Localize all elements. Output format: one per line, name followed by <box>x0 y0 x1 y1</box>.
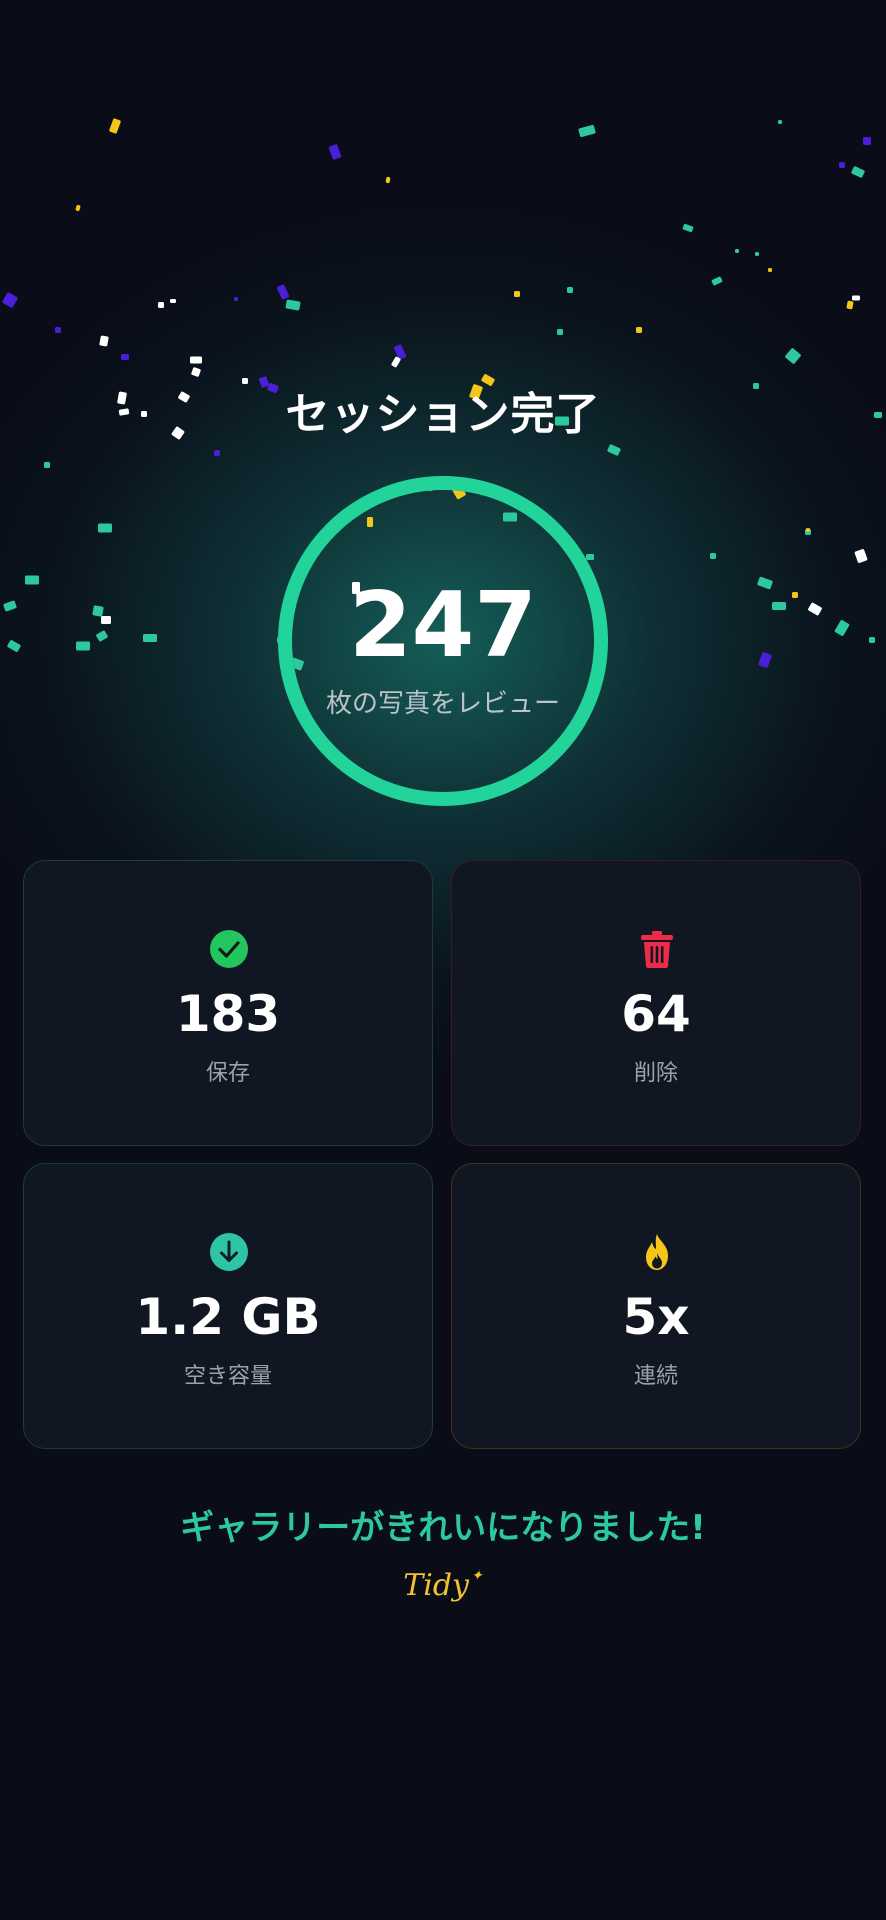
confetti-piece <box>7 640 21 652</box>
confetti-piece <box>808 602 822 616</box>
confetti-piece <box>852 295 860 301</box>
trash-icon <box>641 931 673 968</box>
confetti-piece <box>96 630 108 642</box>
stat-card-keep: 183 保存 <box>23 860 433 1146</box>
confetti-piece <box>851 166 865 178</box>
confetti-piece <box>869 637 875 643</box>
confetti-piece <box>158 302 164 308</box>
confetti-piece <box>143 634 157 642</box>
confetti-piece <box>806 528 810 532</box>
confetti-piece <box>25 575 39 585</box>
confetti-piece <box>846 300 854 310</box>
confetti-piece <box>778 120 782 124</box>
keep-label: 保存 <box>205 1061 250 1086</box>
confetti-piece <box>785 348 801 364</box>
confetti-piece <box>607 444 621 456</box>
confetti-piece <box>636 327 642 333</box>
confetti-piece <box>2 292 18 308</box>
confetti-piece <box>792 592 798 598</box>
streak-count: 5x <box>622 1288 690 1346</box>
confetti-piece <box>75 204 81 212</box>
confetti-piece <box>328 144 342 160</box>
brand-logo: Tidy ✦ <box>0 1568 886 1603</box>
reviewed-label: 枚の写真をレビュー <box>325 689 560 719</box>
reviewed-count: 247 <box>349 573 537 678</box>
confetti-piece <box>234 297 238 301</box>
stat-card-streak: 5x 連続 <box>451 1163 861 1449</box>
confetti-piece <box>170 299 176 303</box>
confetti-piece <box>276 284 290 300</box>
stat-card-space: 1.2 GB 空き容量 <box>23 1163 433 1449</box>
confetti-piece <box>863 137 871 145</box>
confetti-piece <box>109 118 121 134</box>
confetti-piece <box>682 223 694 233</box>
streak-label: 連続 <box>633 1364 678 1389</box>
page-title: セッション完了 <box>285 389 601 440</box>
download-circle-icon <box>210 1233 248 1271</box>
confetti-piece <box>557 329 563 335</box>
confetti-piece <box>44 462 50 468</box>
space-freed: 1.2 GB <box>135 1288 321 1346</box>
confetti-piece <box>710 553 716 559</box>
confetti-piece <box>101 616 111 624</box>
delete-count: 64 <box>621 985 691 1043</box>
confetti-piece <box>834 619 850 637</box>
confetti-piece <box>190 356 202 364</box>
confetti-piece <box>285 299 301 311</box>
delete-label: 削除 <box>633 1061 678 1086</box>
confetti-piece <box>385 176 391 184</box>
confetti-piece <box>92 605 104 617</box>
completion-message: ギャラリーがきれいになりました! <box>180 1508 706 1548</box>
stat-card-delete: 64 削除 <box>451 860 861 1146</box>
confetti-piece <box>854 549 868 563</box>
confetti-piece <box>772 602 786 610</box>
confetti-piece <box>191 367 201 377</box>
confetti-piece <box>76 641 90 651</box>
check-circle-icon <box>210 930 248 968</box>
confetti-piece <box>755 252 759 256</box>
confetti-piece <box>839 162 845 168</box>
confetti-piece <box>98 523 112 533</box>
brand-name: Tidy <box>403 1568 470 1603</box>
confetti-piece <box>735 249 739 253</box>
confetti-piece <box>757 576 773 590</box>
confetti-piece <box>758 652 772 668</box>
keep-count: 183 <box>175 985 281 1043</box>
confetti-piece <box>3 600 17 612</box>
confetti-piece <box>99 335 109 347</box>
space-label: 空き容量 <box>183 1364 272 1389</box>
confetti-piece <box>55 327 61 333</box>
confetti-piece <box>578 124 596 138</box>
confetti-piece <box>121 354 129 360</box>
confetti-piece <box>214 450 220 456</box>
session-complete-screen: セッション完了 247 枚の写真をレビュー 183 保存 64 削除 1.2 G… <box>0 0 886 1920</box>
confetti-piece <box>768 268 772 272</box>
flame-icon <box>646 1234 668 1270</box>
confetti-piece <box>567 287 573 293</box>
progress-ring: 247 枚の写真をレビュー <box>275 473 611 809</box>
sparkle-icon: ✦ <box>471 1568 483 1584</box>
confetti-piece <box>711 276 723 286</box>
confetti-piece <box>514 291 520 297</box>
